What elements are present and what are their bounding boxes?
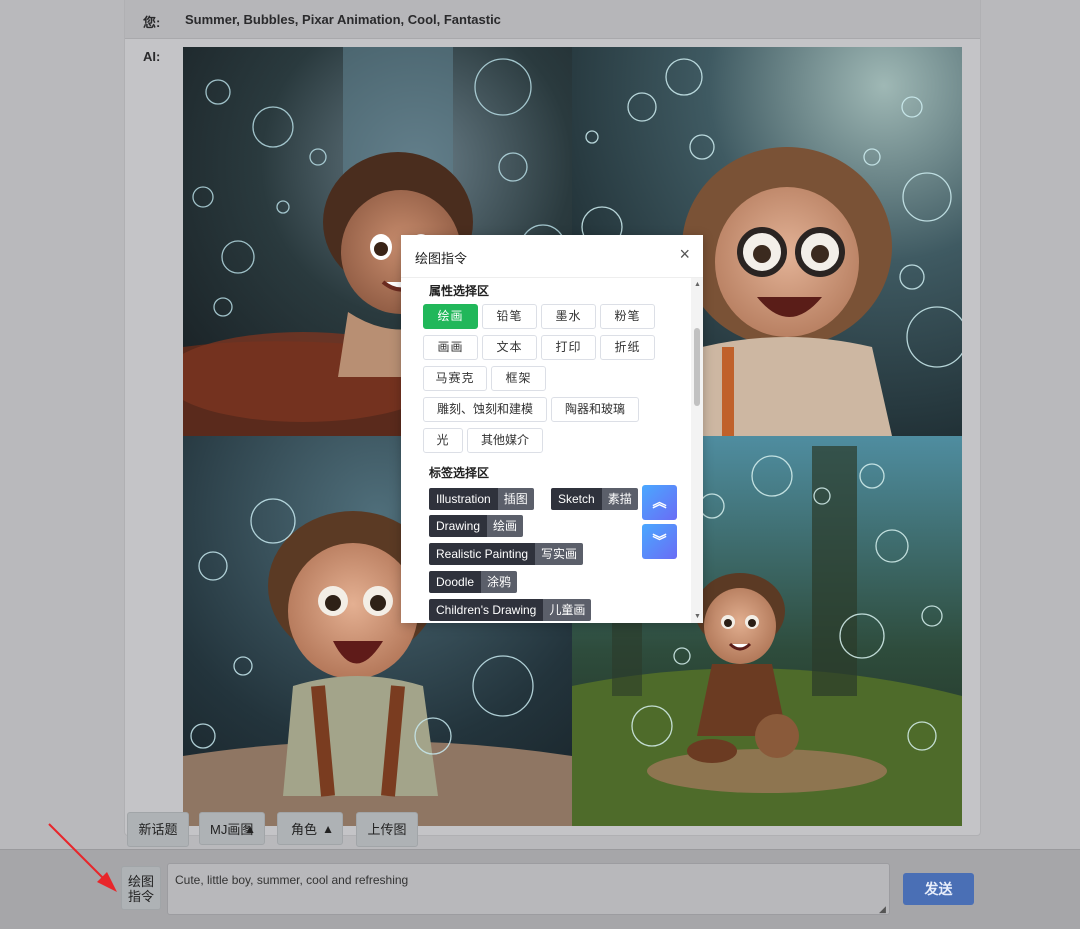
attribute-section-title: 属性选择区 [429, 284, 490, 298]
scroll-to-top-button[interactable]: ︽ [642, 485, 677, 520]
drawing-command-label: 绘图指令 [128, 874, 155, 904]
attr-chip[interactable]: 光 [423, 428, 463, 453]
new-topic-button[interactable]: 新话题 [127, 812, 189, 847]
attr-chip[interactable]: 铅笔 [482, 304, 537, 329]
tag-zh: 儿童画 [543, 599, 592, 621]
tag-en: Sketch [551, 488, 602, 510]
drawing-command-dialog: 绘图指令 × 属性选择区 绘画 铅笔 墨水 粉笔 画画 文本 打印 折纸 马赛克… [401, 235, 703, 623]
attr-chip[interactable]: 其他媒介 [467, 428, 543, 453]
dialog-scrollbar[interactable]: ▲ ▼ [691, 278, 703, 623]
tag-section-title: 标签选择区 [429, 466, 490, 480]
tag-en: Doodle [429, 571, 482, 593]
close-icon[interactable]: × [679, 244, 690, 265]
upload-image-button[interactable]: 上传图 [356, 812, 418, 847]
prompt-input[interactable]: Cute, little boy, summer, cool and refre… [167, 863, 890, 915]
tag-illustration[interactable]: Illustration 插图 [429, 488, 534, 510]
triangle-up-icon: ▲ [244, 822, 256, 836]
attr-chip[interactable]: 文本 [482, 335, 537, 360]
tag-en: Children's Drawing [429, 599, 544, 621]
dialog-title: 绘图指令 [415, 251, 468, 266]
attr-chip[interactable]: 画画 [423, 335, 478, 360]
upload-image-label: 上传图 [367, 822, 407, 837]
resize-grip-icon[interactable]: ◢ [879, 904, 886, 915]
tag-en: Drawing [429, 515, 488, 537]
attr-chip[interactable]: 绘画 [423, 304, 478, 329]
attr-chip[interactable]: 粉笔 [600, 304, 655, 329]
tag-doodle[interactable]: Doodle 涂鸦 [429, 571, 518, 593]
new-topic-label: 新话题 [138, 822, 178, 837]
role-button[interactable]: 角色 ▲ [277, 812, 343, 845]
drawing-command-button[interactable]: 绘图指令 [121, 866, 161, 910]
user-label: 您: [143, 15, 161, 30]
scroll-down-arrow-icon[interactable]: ▼ [694, 613, 701, 620]
attr-chip[interactable]: 墨水 [541, 304, 596, 329]
attr-chip[interactable]: 马赛克 [423, 366, 487, 391]
mj-drawing-button[interactable]: MJ画图 ▲ [199, 812, 265, 845]
send-button[interactable]: 发送 [903, 873, 974, 905]
tag-zh: 绘画 [487, 515, 524, 537]
tag-zh: 写实画 [535, 543, 584, 565]
attr-chip[interactable]: 雕刻、蚀刻和建模 [423, 397, 547, 422]
tag-realistic-painting[interactable]: Realistic Painting 写实画 [429, 543, 584, 565]
triangle-up-icon: ▲ [322, 822, 334, 836]
tag-en: Illustration [429, 488, 498, 510]
user-message-row: 您: Summer, Bubbles, Pixar Animation, Coo… [125, 0, 980, 39]
scrollbar-thumb[interactable] [694, 328, 700, 406]
attr-chip[interactable]: 陶器和玻璃 [551, 397, 639, 422]
tag-childrens-drawing[interactable]: Children's Drawing 儿童画 [429, 599, 592, 621]
attr-chip[interactable]: 折纸 [600, 335, 655, 360]
dialog-body: 属性选择区 绘画 铅笔 墨水 粉笔 画画 文本 打印 折纸 马赛克 框架 雕刻、… [401, 278, 691, 623]
tag-zh: 涂鸦 [481, 571, 518, 593]
scroll-up-arrow-icon[interactable]: ▲ [694, 281, 701, 288]
annotation-arrow-icon [48, 823, 117, 892]
user-message: Summer, Bubbles, Pixar Animation, Cool, … [185, 12, 501, 27]
tag-sketch[interactable]: Sketch 素描 [551, 488, 638, 510]
tag-zh: 素描 [601, 488, 638, 510]
dialog-header: 绘图指令 × [401, 235, 703, 278]
role-label: 角色 [291, 822, 318, 837]
attr-chip[interactable]: 框架 [491, 366, 546, 391]
tag-zh: 插图 [497, 488, 534, 510]
scroll-to-bottom-button[interactable]: ︾ [642, 524, 677, 559]
tag-drawing[interactable]: Drawing 绘画 [429, 515, 524, 537]
attr-chip[interactable]: 打印 [541, 335, 596, 360]
tag-en: Realistic Painting [429, 543, 536, 565]
ai-label: AI: [143, 49, 161, 64]
